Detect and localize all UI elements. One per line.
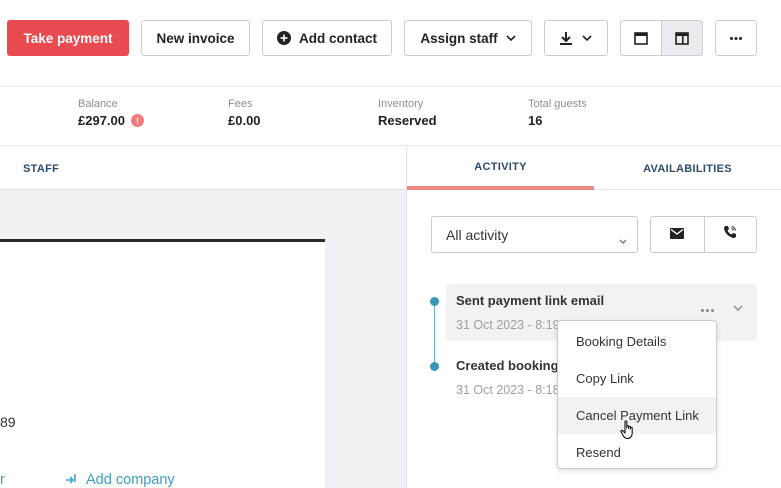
- inventory-stat: Inventory Reserved: [378, 98, 437, 128]
- assign-staff-label: Assign staff: [420, 30, 498, 46]
- right-tab-bar: ACTIVITY AVAILABILITIES: [407, 147, 781, 190]
- timeline-line: [434, 301, 435, 366]
- split-panel-icon: [675, 31, 689, 45]
- hand-cursor-icon: [620, 420, 636, 445]
- activity-filter-value: All activity: [446, 226, 509, 243]
- single-panel-view-button[interactable]: [620, 20, 662, 56]
- activity-more-icon[interactable]: [701, 299, 714, 317]
- download-button[interactable]: [544, 20, 608, 56]
- balance-label: Balance: [78, 98, 118, 110]
- guests-stat: Total guests 16: [528, 98, 587, 128]
- new-invoice-button[interactable]: New invoice: [141, 20, 250, 56]
- activity-title: Created booking: [456, 358, 559, 373]
- booking-summary: Balance £297.00 ! Fees £0.00 Inventory R…: [0, 86, 781, 146]
- take-payment-button[interactable]: Take payment: [7, 20, 129, 56]
- timeline-dot: [430, 362, 439, 371]
- link-fragment[interactable]: r: [0, 472, 5, 488]
- email-icon: [670, 226, 685, 244]
- assign-staff-button[interactable]: Assign staff: [404, 20, 532, 56]
- more-icon: [730, 36, 742, 40]
- alert-icon: !: [131, 114, 144, 127]
- activity-title: Sent payment link email: [456, 293, 605, 308]
- inventory-label: Inventory: [378, 98, 424, 110]
- balance-value-row: £297.00 !: [78, 113, 144, 128]
- add-company-link[interactable]: Add company: [65, 472, 175, 488]
- download-icon: [560, 31, 572, 45]
- left-content: 89 r Add company: [0, 190, 406, 488]
- number-fragment: 89: [0, 414, 16, 430]
- inventory-value: Reserved: [378, 113, 437, 128]
- add-contact-label: Add contact: [298, 30, 377, 46]
- phone-icon: [723, 225, 737, 244]
- details-card: 89: [0, 239, 325, 488]
- chevron-down-icon: [619, 231, 627, 247]
- single-panel-icon: [634, 31, 648, 45]
- phone-button[interactable]: [703, 217, 757, 252]
- tab-activity[interactable]: ACTIVITY: [407, 147, 594, 190]
- fees-value: £0.00: [228, 113, 261, 128]
- menu-item-cancel-payment-link[interactable]: Cancel Payment Link: [558, 397, 716, 434]
- activity-actions-menu: Booking Details Copy Link Cancel Payment…: [557, 320, 717, 469]
- balance-stat: Balance £297.00 !: [78, 98, 144, 128]
- add-company-label: Add company: [86, 472, 175, 488]
- guests-value: 16: [528, 113, 543, 128]
- timeline-dot: [430, 297, 439, 306]
- plus-circle-icon: [276, 31, 291, 45]
- chevron-down-icon: [582, 35, 592, 41]
- contact-actions: [650, 216, 757, 253]
- menu-item-copy-link[interactable]: Copy Link: [558, 360, 716, 397]
- chevron-down-icon[interactable]: [733, 298, 743, 316]
- activity-time: 31 Oct 2023 - 8:18: [456, 383, 560, 397]
- split-panel-view-button[interactable]: [661, 20, 703, 56]
- pane-divider: [406, 147, 407, 488]
- guests-label: Total guests: [528, 98, 587, 110]
- activity-filter-select[interactable]: All activity: [431, 216, 638, 253]
- tab-availabilities[interactable]: AVAILABILITIES: [594, 147, 781, 190]
- chevron-down-icon: [506, 35, 516, 41]
- add-contact-button[interactable]: Add contact: [262, 20, 392, 56]
- more-options-button[interactable]: [715, 20, 757, 56]
- toolbar: Take payment New invoice Add contact Ass…: [0, 0, 781, 86]
- tab-staff[interactable]: STAFF: [23, 163, 59, 175]
- menu-item-resend[interactable]: Resend: [558, 434, 716, 471]
- link-arrow-icon: [65, 472, 80, 488]
- activity-time: 31 Oct 2023 - 8:19: [456, 318, 560, 332]
- balance-value: £297.00: [78, 113, 125, 128]
- menu-item-booking-details[interactable]: Booking Details: [558, 323, 716, 360]
- fees-label: Fees: [228, 98, 253, 110]
- email-button[interactable]: [651, 217, 704, 252]
- fees-stat: Fees £0.00: [228, 98, 261, 128]
- left-tab-bar: STAFF: [0, 147, 406, 190]
